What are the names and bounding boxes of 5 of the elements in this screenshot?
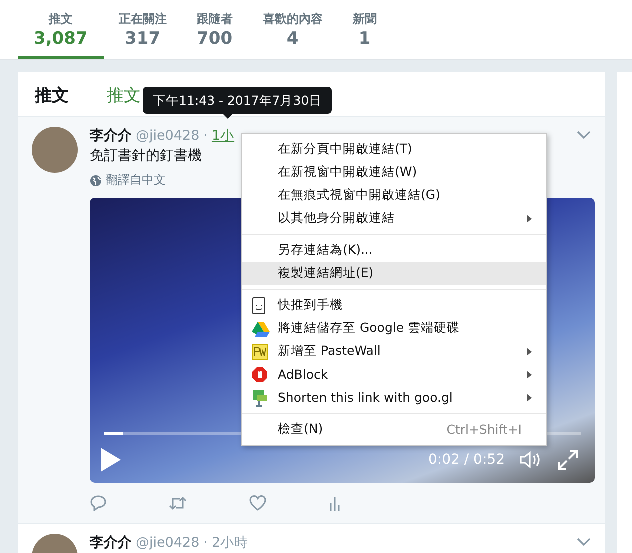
tweet-text: 免訂書針的釘書機 <box>90 147 202 165</box>
video-time: 0:02 / 0:52 <box>428 452 505 468</box>
separator-dot: · <box>204 128 208 144</box>
timestamp-tooltip: 下午11:43 - 2017年7月30日 <box>143 87 332 114</box>
separator-dot: · <box>204 535 208 551</box>
